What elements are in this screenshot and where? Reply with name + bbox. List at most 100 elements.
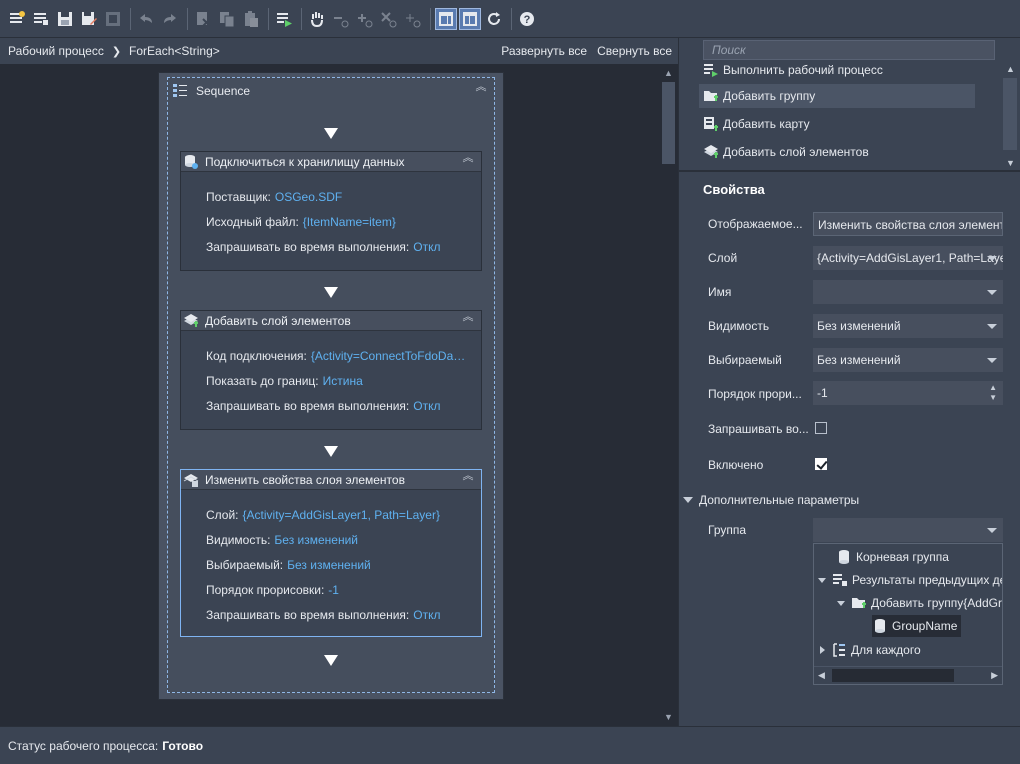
expand-arrow-icon[interactable] bbox=[820, 646, 825, 654]
pane-splitter[interactable] bbox=[679, 170, 1020, 172]
canvas-actions: Развернуть все Свернуть все bbox=[501, 44, 678, 58]
toolbar-separator bbox=[130, 7, 131, 30]
property-value-link[interactable]: Откл bbox=[413, 240, 440, 254]
scroll-thumb[interactable] bbox=[662, 82, 675, 164]
sequence-header[interactable]: Sequence ︽ bbox=[168, 78, 494, 104]
layout-view-1-button[interactable] bbox=[435, 7, 457, 30]
scroll-left-icon[interactable]: ◀ bbox=[818, 670, 825, 681]
scroll-up-icon[interactable]: ▲ bbox=[1006, 64, 1015, 74]
property-value-link[interactable]: {ItemName=item} bbox=[303, 215, 396, 229]
property-value-link[interactable]: {Activity=ConnectToFdoDa… bbox=[311, 349, 465, 363]
close-workflow-button[interactable] bbox=[102, 8, 124, 30]
cut-button[interactable] bbox=[192, 8, 214, 30]
tree-item-root-group[interactable]: Корневая группа bbox=[836, 546, 949, 568]
property-value-link[interactable]: -1 bbox=[328, 583, 339, 597]
undo-button[interactable] bbox=[135, 8, 157, 30]
redo-button[interactable] bbox=[159, 8, 181, 30]
group-dropdown[interactable] bbox=[813, 518, 1003, 542]
property-value-link[interactable]: Истина bbox=[323, 374, 363, 388]
scroll-thumb[interactable] bbox=[832, 669, 954, 682]
tree-horizontal-scrollbar[interactable]: ◀ ▶ bbox=[814, 666, 1002, 684]
zoom-out-icon bbox=[334, 16, 349, 27]
chevron-down-icon[interactable] bbox=[987, 290, 997, 295]
search-input[interactable]: Поиск bbox=[703, 40, 995, 60]
refresh-button[interactable] bbox=[483, 8, 505, 30]
advanced-section-header[interactable]: Дополнительные параметры bbox=[683, 493, 859, 507]
zoom-out-button[interactable] bbox=[330, 8, 352, 30]
collapse-chevron-icon[interactable]: ︽ bbox=[461, 153, 475, 169]
collapse-chevron-icon[interactable]: ︽ bbox=[461, 471, 475, 487]
property-value-link[interactable]: Без изменений bbox=[274, 533, 358, 547]
activity-list-scrollbar[interactable]: ▲ ▼ bbox=[1001, 60, 1019, 168]
group-tree-dropdown[interactable]: Корневая группа Результаты предыдущих де… bbox=[813, 543, 1003, 685]
activity-add-feature-layer[interactable]: Добавить слой элементов ︽ Код подключени… bbox=[180, 310, 482, 430]
flow-arrow-icon bbox=[324, 287, 338, 298]
copy-button[interactable] bbox=[216, 8, 238, 30]
collapse-chevron-icon[interactable]: ︽ bbox=[461, 312, 475, 328]
chevron-down-icon[interactable] bbox=[987, 324, 997, 329]
activity-change-layer-properties[interactable]: Изменить свойства слоя элементов ︽ Слой:… bbox=[180, 469, 482, 637]
scroll-down-icon[interactable]: ▼ bbox=[664, 712, 673, 722]
property-value-link[interactable]: Откл bbox=[413, 608, 440, 622]
chevron-down-icon[interactable] bbox=[987, 256, 997, 261]
sequence-container[interactable]: Sequence ︽ Подключиться к хранилищу данн… bbox=[158, 72, 504, 700]
scroll-up-icon[interactable]: ▲ bbox=[664, 68, 673, 78]
selectable-dropdown[interactable]: Без изменений bbox=[813, 348, 1003, 372]
activity-header[interactable]: Добавить слой элементов ︽ bbox=[181, 311, 481, 331]
run-workflow-button[interactable] bbox=[273, 8, 295, 30]
activity-property-row: Показать до границ: Истина bbox=[206, 374, 363, 388]
activity-connect-datastore[interactable]: Подключиться к хранилищу данных ︽ Постав… bbox=[180, 151, 482, 271]
zoom-in-button[interactable] bbox=[354, 8, 376, 30]
breadcrumb-item-workflow[interactable]: Рабочий процесс bbox=[8, 44, 104, 58]
activity-property-row: Запрашивать во время выполнения: Откл bbox=[206, 399, 440, 413]
breadcrumb-item-foreach[interactable]: ForEach<String> bbox=[129, 44, 220, 58]
save-as-button[interactable] bbox=[78, 8, 100, 30]
save-button[interactable] bbox=[54, 8, 76, 30]
zoom-reset-button[interactable] bbox=[378, 8, 400, 30]
tree-item-previous-results[interactable]: Результаты предыдущих действий bbox=[818, 569, 1002, 591]
property-value-link[interactable]: {Activity=AddGisLayer1, Path=Layer} bbox=[243, 508, 440, 522]
collapse-all-link[interactable]: Свернуть все bbox=[597, 44, 672, 58]
expand-arrow-icon[interactable] bbox=[837, 600, 845, 606]
prompt-runtime-checkbox[interactable] bbox=[815, 422, 827, 434]
collapse-chevron-icon[interactable]: ︽ bbox=[474, 82, 488, 98]
database-connect-icon bbox=[185, 154, 198, 169]
zoom-fit-button[interactable] bbox=[402, 8, 424, 30]
activity-property-row: Порядок прорисовки: -1 bbox=[206, 583, 339, 597]
tree-item-for-each[interactable]: Для каждого bbox=[820, 639, 921, 661]
activity-header[interactable]: Изменить свойства слоя элементов ︽ bbox=[181, 470, 481, 490]
foreach-icon bbox=[833, 643, 845, 657]
canvas-vertical-scrollbar[interactable]: ▲ ▼ bbox=[660, 64, 678, 726]
tree-item-label: Корневая группа bbox=[856, 550, 949, 564]
display-name-field[interactable]: Изменить свойства слоя элементо bbox=[813, 212, 1003, 236]
chevron-down-icon[interactable] bbox=[987, 528, 997, 533]
tree-item-add-group[interactable]: Добавить группу{AddGroup1} bbox=[837, 592, 1002, 614]
activity-header[interactable]: Подключиться к хранилищу данных ︽ bbox=[181, 152, 481, 172]
property-value-link[interactable]: OSGeo.SDF bbox=[275, 190, 342, 204]
expand-arrow-icon[interactable] bbox=[818, 577, 826, 583]
visibility-dropdown[interactable]: Без изменений bbox=[813, 314, 1003, 338]
name-dropdown[interactable] bbox=[813, 280, 1003, 304]
new-workflow-button[interactable] bbox=[6, 8, 28, 30]
help-button[interactable]: ? bbox=[516, 8, 538, 30]
activity-list-item[interactable]: Добавить слой элементов bbox=[699, 140, 975, 164]
chevron-down-icon[interactable] bbox=[987, 358, 997, 363]
expand-all-link[interactable]: Развернуть все bbox=[501, 44, 587, 58]
spinner-arrows-icon[interactable]: ▲ ▼ bbox=[989, 383, 997, 403]
tree-item-group-name[interactable]: GroupName bbox=[872, 615, 962, 637]
property-value-link[interactable]: Откл bbox=[413, 399, 440, 413]
scroll-right-icon[interactable]: ▶ bbox=[991, 670, 998, 681]
draw-order-stepper[interactable]: -1 ▲ ▼ bbox=[813, 381, 1003, 405]
pan-button[interactable] bbox=[306, 8, 328, 30]
scroll-down-icon[interactable]: ▼ bbox=[1006, 158, 1015, 168]
open-workflow-button[interactable] bbox=[30, 8, 52, 30]
layer-dropdown[interactable]: {Activity=AddGisLayer1, Path=Layer} bbox=[813, 246, 1003, 270]
layout-view-2-button[interactable] bbox=[459, 7, 481, 30]
scroll-thumb[interactable] bbox=[1003, 78, 1017, 150]
activity-list-item[interactable]: Добавить карту bbox=[699, 112, 975, 136]
paste-button[interactable] bbox=[240, 8, 262, 30]
enabled-checkbox[interactable] bbox=[815, 458, 827, 470]
property-value-link[interactable]: Без изменений bbox=[287, 558, 371, 572]
activity-list-item[interactable]: Выполнить рабочий процесс bbox=[699, 58, 975, 82]
activity-list-item[interactable]: Добавить группу bbox=[699, 84, 975, 108]
